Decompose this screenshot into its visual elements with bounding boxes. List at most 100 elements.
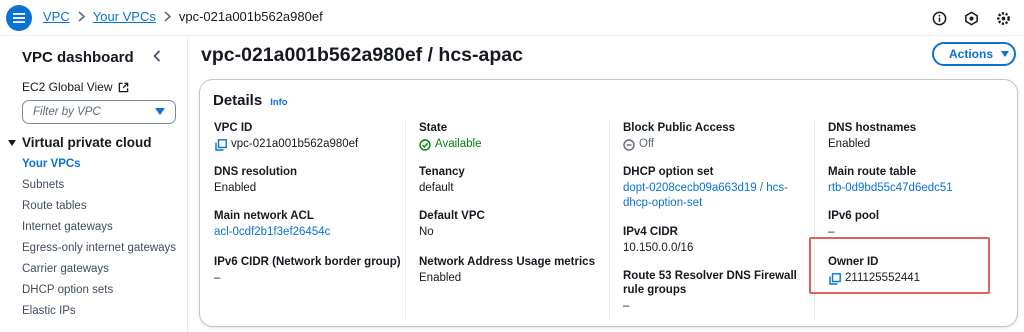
field-label: Tenancy: [419, 166, 465, 178]
check-circle-icon: [419, 138, 431, 151]
sidebar-item-egress-only-internet-gateways[interactable]: Egress-only internet gateways: [22, 241, 182, 255]
field-block-public-access: Block Public Access Off: [623, 121, 813, 152]
top-right-icons: [930, 9, 1012, 27]
breadcrumb-current: vpc-021a001b562a980ef: [178, 9, 323, 24]
breadcrumb: VPC Your VPCs vpc-021a001b562a980ef: [43, 9, 323, 24]
main-network-acl-link[interactable]: acl-0cdf2b1f3ef26454c: [214, 225, 404, 240]
field-label: Route 53 Resolver DNS Firewall rule grou…: [623, 269, 813, 297]
field-label: DNS resolution: [214, 166, 298, 178]
field-dns-hostnames: DNS hostnames Enabled: [828, 121, 1018, 152]
field-ipv6-pool: IPv6 pool –: [828, 209, 1018, 240]
field-label: Main route table: [828, 166, 917, 178]
field-value: –: [623, 300, 630, 312]
field-label: VPC ID: [214, 122, 253, 134]
field-value: 211125552441: [828, 271, 1018, 286]
field-tenancy: Tenancy default: [419, 165, 609, 196]
field-label: DHCP option set: [623, 166, 714, 178]
filter-placeholder: Filter by VPC: [33, 106, 101, 118]
field-value: Enabled: [214, 182, 257, 194]
settings-icon[interactable]: [994, 9, 1012, 27]
field-label: DNS hostnames: [828, 122, 917, 134]
sidebar-navigation: VPC dashboard EC2 Global View Filter by …: [0, 37, 188, 332]
field-main-network-acl: Main network ACL acl-0cdf2b1f3ef26454c: [214, 209, 404, 240]
ec2-global-view-link[interactable]: EC2 Global View: [22, 80, 129, 94]
caret-down-icon: [8, 139, 16, 146]
caret-down-icon: [155, 108, 165, 115]
field-network-address-usage-metrics: Network Address Usage metrics Enabled: [419, 255, 609, 286]
field-label: IPv6 CIDR (Network border group): [214, 256, 401, 268]
field-owner-id: Owner ID 211125552441: [828, 255, 1018, 286]
dhcp-option-set-link[interactable]: dopt-0208cecb09a663d19 / hcs- dhcp-optio…: [623, 181, 813, 211]
hamburger-icon: [13, 13, 25, 23]
breadcrumb-link-your-vpcs[interactable]: Your VPCs: [93, 9, 156, 24]
dhcp-option-set-line2: dhcp-option-set: [623, 197, 703, 209]
field-vpc-id: VPC ID vpc-021a001b562a980ef: [214, 121, 404, 152]
field-label: Default VPC: [419, 210, 485, 222]
field-label: Main network ACL: [214, 210, 314, 222]
field-default-vpc: Default VPC No: [419, 209, 609, 240]
field-value: Available: [419, 137, 609, 152]
field-label: Block Public Access: [623, 122, 736, 134]
state-available: Available: [435, 138, 482, 150]
sidebar-item-carrier-gateways[interactable]: Carrier gateways: [22, 262, 182, 276]
field-state: State Available: [419, 121, 609, 152]
field-value: –: [214, 272, 221, 284]
chevron-left-icon: [153, 50, 161, 62]
sidebar-item-list: Your VPCs Subnets Route tables Internet …: [22, 157, 182, 325]
details-heading: Details: [213, 92, 263, 109]
vpc-id-value: vpc-021a001b562a980ef: [231, 138, 359, 150]
ec2-global-view-label: EC2 Global View: [22, 80, 113, 94]
copy-icon[interactable]: [828, 272, 841, 285]
details-header: Details Info: [213, 92, 288, 109]
sidebar-item-internet-gateways[interactable]: Internet gateways: [22, 220, 182, 234]
column-divider: [405, 121, 406, 319]
sidebar-item-your-vpcs[interactable]: Your VPCs: [22, 157, 182, 171]
column-divider: [609, 121, 610, 319]
field-route53-resolver-dns-firewall: Route 53 Resolver DNS Firewall rule grou…: [623, 269, 813, 314]
field-label: IPv6 pool: [828, 210, 880, 222]
field-value: default: [419, 182, 454, 194]
actions-label: Actions: [949, 47, 994, 61]
breadcrumb-link-vpc[interactable]: VPC: [43, 9, 70, 24]
sidebar-item-route-tables[interactable]: Route tables: [22, 199, 182, 213]
notification-icon[interactable]: [962, 9, 980, 27]
sidebar-section-virtual-private-cloud[interactable]: Virtual private cloud: [8, 135, 152, 150]
sidebar-item-subnets[interactable]: Subnets: [22, 178, 182, 192]
actions-button[interactable]: Actions: [932, 42, 1016, 66]
field-main-route-table: Main route table rtb-0d9bd55c47d6edc51: [828, 165, 1018, 196]
sidebar-item-elastic-ips[interactable]: Elastic IPs: [22, 304, 182, 318]
field-value: vpc-021a001b562a980ef: [214, 137, 404, 152]
details-panel: Details Info VPC ID vpc-021a001b562a980e…: [199, 79, 1018, 327]
sidebar-title: VPC dashboard: [22, 49, 134, 66]
section-label: Virtual private cloud: [22, 135, 152, 150]
field-value: 10.150.0.0/16: [623, 242, 694, 254]
main-route-table-link[interactable]: rtb-0d9bd55c47d6edc51: [828, 181, 1018, 196]
sidebar-item-dhcp-option-sets[interactable]: DHCP option sets: [22, 283, 182, 297]
field-value: No: [419, 226, 434, 238]
info-link[interactable]: Info: [270, 97, 287, 108]
field-value: –: [828, 226, 835, 238]
collapse-sidebar-button[interactable]: [150, 48, 164, 64]
chevron-right-icon: [78, 11, 85, 22]
label-line1: Route 53 Resolver DNS Firewall: [623, 270, 797, 282]
field-ipv6-cidr-network-border-group: IPv6 CIDR (Network border group) –: [214, 255, 404, 286]
field-label: State: [419, 122, 448, 134]
field-value: Off: [623, 137, 813, 152]
chevron-right-icon: [164, 11, 171, 22]
page-title: vpc-021a001b562a980ef / hcs-apac: [201, 44, 523, 66]
hamburger-menu-button[interactable]: [6, 5, 32, 31]
dhcp-option-set-line1: dopt-0208cecb09a663d19 / hcs-: [623, 182, 788, 194]
field-dns-resolution: DNS resolution Enabled: [214, 165, 404, 196]
field-value: Enabled: [828, 138, 871, 150]
owner-id-value: 211125552441: [845, 272, 921, 284]
copy-icon[interactable]: [214, 138, 227, 151]
external-link-icon: [118, 82, 128, 92]
column-divider: [814, 121, 815, 319]
block-public-access-value: Off: [639, 138, 655, 150]
field-label: IPv4 CIDR: [623, 226, 678, 238]
caret-down-icon: [1001, 51, 1010, 57]
status-stopped-icon: [623, 138, 635, 151]
info-circle-icon[interactable]: [930, 9, 948, 27]
filter-by-vpc-select[interactable]: Filter by VPC: [22, 100, 176, 124]
field-value: Enabled: [419, 272, 462, 284]
